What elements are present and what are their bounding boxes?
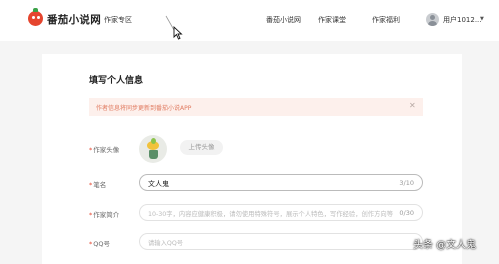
required-mark: * [89, 181, 93, 189]
intro-label-text: 作家简介 [93, 211, 120, 219]
tomato-logo-icon[interactable] [28, 8, 43, 26]
author-zone-label: 作家专区 [104, 16, 132, 24]
nav-writer-benefits[interactable]: 作家福利 [372, 15, 400, 25]
watermark-text: 头条 @文人鬼 [413, 240, 477, 251]
top-header: 番茄小说网 作家专区 番茄小说网 作家课堂 作家福利 用户1012... ▼ [0, 0, 499, 41]
required-mark: * [89, 211, 93, 219]
intro-placeholder: 10-30字，内容应健康积极，请勿使用特殊符号，展示个人特色，写作经验，创作方向… [148, 211, 393, 218]
nav-writer-class[interactable]: 作家课堂 [318, 15, 346, 25]
penname-label-text: 笔名 [93, 181, 107, 189]
site-logo-text[interactable]: 番茄小说网 [47, 12, 101, 27]
penname-label: *笔名 [89, 179, 106, 189]
required-mark: * [89, 146, 93, 154]
avatar-label-text: 作家头像 [93, 146, 120, 154]
mouse-cursor-icon [165, 15, 183, 40]
qq-input[interactable]: 请输入QQ号 [139, 233, 423, 250]
user-avatar[interactable] [426, 13, 439, 26]
user-name[interactable]: 用户1012... [443, 15, 482, 25]
qq-label: *QQ号 [89, 238, 110, 248]
close-icon[interactable]: ✕ [409, 101, 416, 110]
page-title: 填写个人信息 [89, 76, 144, 86]
intro-label: *作家简介 [89, 209, 119, 219]
chevron-down-icon[interactable]: ▼ [480, 16, 484, 22]
sync-notice-banner: 作者信息将同步更新到番茄小说APP ✕ [89, 98, 423, 116]
penname-counter: 3/10 [399, 179, 414, 187]
required-mark: * [89, 240, 93, 248]
upload-avatar-button[interactable]: 上传头像 [180, 140, 223, 155]
author-avatar-image[interactable] [139, 135, 167, 163]
qq-label-text: QQ号 [93, 240, 110, 248]
penname-input[interactable]: 文人鬼 3/10 [139, 174, 423, 191]
intro-counter: 0/30 [399, 209, 414, 217]
notice-text: 作者信息将同步更新到番茄小说APP [96, 105, 192, 112]
qq-placeholder: 请输入QQ号 [148, 240, 184, 247]
penname-value: 文人鬼 [148, 180, 169, 188]
nav-fanqie-novel[interactable]: 番茄小说网 [266, 15, 301, 25]
intro-input[interactable]: 10-30字，内容应健康积极，请勿使用特殊符号，展示个人特色，写作经验，创作方向… [139, 204, 423, 221]
plant-sprout-shape [151, 138, 156, 144]
plant-pot-shape [149, 150, 158, 159]
avatar-label: *作家头像 [89, 144, 119, 154]
